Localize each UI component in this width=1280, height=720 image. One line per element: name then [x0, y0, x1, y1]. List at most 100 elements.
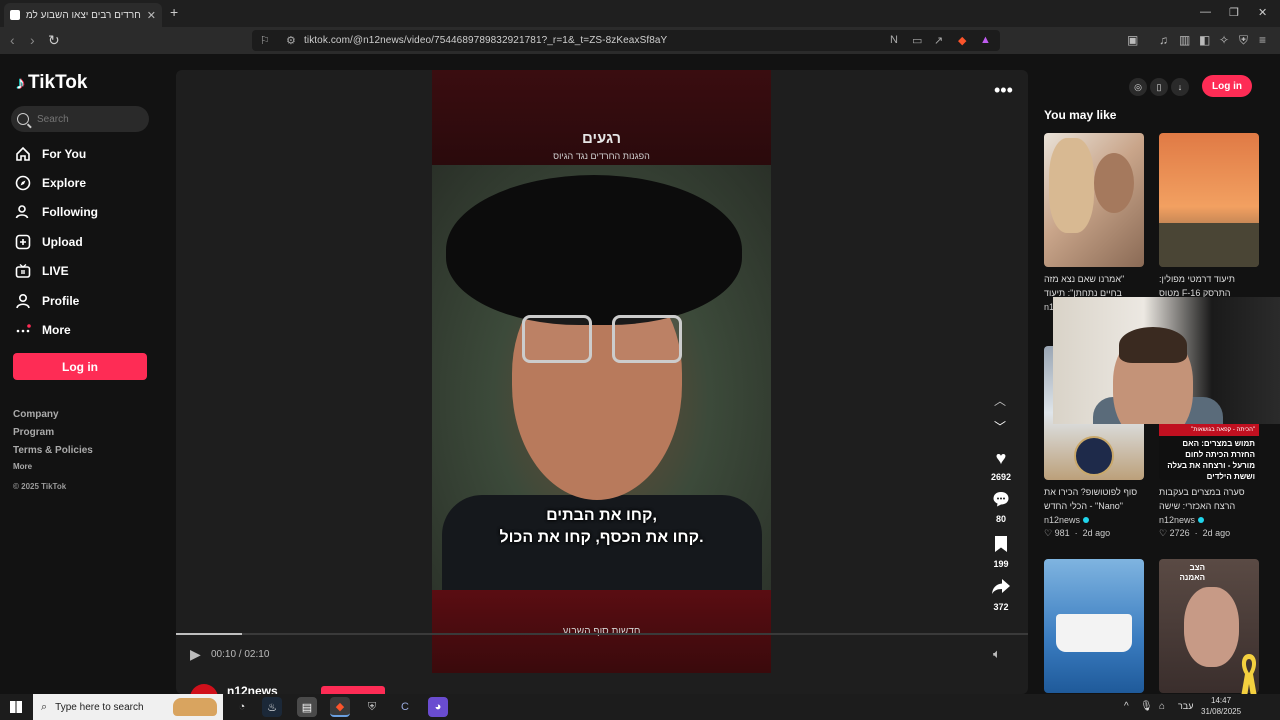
windows-start-icon[interactable]: [10, 701, 22, 713]
taskbar-clock[interactable]: 14:47 31/08/2025: [1201, 695, 1241, 717]
menu-icon[interactable]: ≡: [1259, 33, 1266, 47]
media-icon[interactable]: ♫: [1159, 33, 1168, 47]
brave-browser-icon[interactable]: ◆: [330, 697, 350, 717]
sidebar-item-more[interactable]: More: [14, 320, 71, 340]
share-arrow-icon[interactable]: [986, 578, 1016, 600]
discover-icon[interactable]: ◎: [1129, 78, 1147, 96]
video-timecode: 00:10 / 02:10: [211, 649, 270, 660]
maximize-button[interactable]: ❐: [1229, 6, 1239, 19]
sidebar-item-label: For You: [42, 147, 87, 161]
save-action[interactable]: 199: [986, 535, 1016, 569]
tray-chevron-icon[interactable]: ^: [1124, 701, 1129, 712]
search-box[interactable]: [11, 106, 149, 132]
new-tab-button[interactable]: +: [170, 4, 178, 20]
footer-company-link[interactable]: Company: [13, 409, 59, 420]
like-count: 2692: [990, 472, 1012, 482]
sidebar-item-following[interactable]: Following: [14, 202, 98, 222]
vpn-icon[interactable]: ⛨: [1239, 33, 1248, 48]
recommended-video-card[interactable]: תיעוד דרמטי מפולין: התרסק F-16 מטוס: [1159, 133, 1259, 300]
browser-tab[interactable]: חרדים רבים יצאו השבוע למחות : ✕: [4, 3, 162, 27]
video-thumbnail[interactable]: [1044, 133, 1144, 267]
minimize-button[interactable]: —: [1200, 6, 1211, 18]
close-window-button[interactable]: ✕: [1258, 6, 1267, 19]
forward-arrow-icon[interactable]: ›: [30, 32, 35, 48]
sidebar-toggle-icon[interactable]: ▥: [1179, 33, 1190, 47]
sidebar-item-label: Explore: [42, 176, 87, 190]
live-icon: [14, 262, 32, 280]
glasses-right-lens: [612, 315, 682, 363]
ccleaner-icon[interactable]: C: [395, 697, 415, 717]
brave-shield-icon[interactable]: ◆: [958, 34, 966, 47]
recommended-video-card[interactable]: [1044, 559, 1144, 693]
sidebar-item-upload[interactable]: Upload: [14, 232, 83, 252]
sidebar-item-live[interactable]: LIVE: [14, 261, 69, 281]
video-tagline: הפגנות החרדים נגד הגיוס: [553, 151, 650, 161]
card-caption: תיעוד דרמטי מפולין: התרסק F-16 מטוס: [1159, 274, 1235, 298]
tiktok-logo[interactable]: ♪ TikTok: [16, 72, 87, 94]
share-action[interactable]: 372: [986, 578, 1016, 612]
video-progress-bar[interactable]: [176, 633, 1028, 635]
card-caption: "אמרנו שאם נצא מזה בחיים נתחתן": תיעוד: [1044, 274, 1125, 298]
more-options-icon[interactable]: •••: [994, 80, 1013, 101]
bookmark-icon[interactable]: ⚐: [260, 34, 270, 47]
header-login-button[interactable]: Log in: [1202, 75, 1252, 97]
url-text[interactable]: tiktok.com/@n12news/video/75446897898329…: [304, 35, 667, 46]
like-action[interactable]: ♥ 2692: [986, 448, 1016, 482]
sidebar-panel-icon[interactable]: ▣: [1127, 33, 1138, 47]
tiktok-sidebar: ♪ TikTok For You Explore Following Uploa…: [0, 54, 176, 694]
comment-action[interactable]: 80: [986, 490, 1016, 524]
network-icon[interactable]: ⌂: [1159, 701, 1165, 712]
back-arrow-icon[interactable]: ‹: [10, 32, 15, 48]
footer-more-link[interactable]: More: [13, 462, 32, 471]
heart-icon[interactable]: ♥: [986, 448, 1016, 470]
wallet-icon[interactable]: ◧: [1199, 33, 1210, 47]
microphone-icon[interactable]: 🎙︎: [1140, 701, 1153, 712]
brave-rewards-icon[interactable]: ▲: [980, 34, 991, 46]
steam-icon[interactable]: ♨: [262, 697, 282, 717]
play-icon[interactable]: ▶: [190, 646, 201, 663]
recommended-video-card[interactable]: "אמרנו שאם נצא מזה בחיים נתחתן": תיעוד n…: [1044, 133, 1144, 312]
task-view-icon[interactable]: ◔: [232, 697, 252, 717]
profile-icon: [14, 292, 32, 310]
card-author[interactable]: n12news: [1159, 515, 1259, 525]
footer-program-link[interactable]: Program: [13, 427, 54, 438]
leo-ai-icon[interactable]: ✧: [1219, 33, 1229, 47]
card-author[interactable]: n12news: [1044, 515, 1144, 525]
reload-icon[interactable]: ↻: [48, 32, 60, 49]
clock-date: 31/08/2025: [1201, 707, 1242, 716]
share-count: 372: [993, 602, 1009, 612]
translate-icon[interactable]: N: [890, 34, 898, 46]
comment-icon[interactable]: [986, 490, 1016, 512]
close-tab-icon[interactable]: ✕: [147, 9, 156, 22]
discord-icon[interactable]: ◕: [428, 697, 448, 717]
sidebar-item-for-you[interactable]: For You: [14, 144, 86, 164]
files-icon[interactable]: ▤: [297, 697, 317, 717]
next-video-chevron-icon[interactable]: ﹀: [994, 418, 1006, 435]
previous-video-chevron-icon[interactable]: ︿: [994, 392, 1006, 409]
site-info-icon[interactable]: ⚙: [286, 34, 296, 47]
input-language[interactable]: עבר: [1178, 701, 1193, 711]
footer-terms-link[interactable]: Terms & Policies: [13, 445, 93, 456]
following-icon: [14, 203, 32, 221]
share-icon[interactable]: ↗: [934, 34, 943, 47]
taskbar-search-box[interactable]: ⌕ Type here to search: [33, 694, 223, 720]
cast-icon[interactable]: ▭: [912, 34, 922, 47]
login-button[interactable]: Log in: [13, 353, 147, 380]
address-bar[interactable]: ⚐ ⚙ tiktok.com/@n12news/video/7544689789…: [252, 30, 1000, 51]
sidebar-item-profile[interactable]: Profile: [14, 291, 79, 311]
video-thumbnail[interactable]: [1044, 559, 1144, 693]
copyright-text: © 2025 TikTok: [13, 482, 67, 491]
video-player[interactable]: רגעים הפגנות החרדים נגד הגיוס קחו את הבת…: [432, 70, 771, 673]
download-icon[interactable]: ↓: [1171, 78, 1189, 96]
taskbar-search-placeholder: Type here to search: [55, 701, 144, 713]
search-input[interactable]: [37, 113, 137, 125]
glasses-left-lens: [522, 315, 592, 363]
video-thumbnail[interactable]: [1159, 133, 1259, 267]
sidebar-item-explore[interactable]: Explore: [14, 173, 86, 193]
compass-icon: [14, 174, 32, 192]
bookmark-icon[interactable]: [986, 535, 1016, 557]
shield-app-icon[interactable]: ⛨: [362, 697, 382, 717]
volume-icon[interactable]: 🔈︎: [993, 646, 1001, 662]
mobile-app-icon[interactable]: ▯: [1150, 78, 1168, 96]
sidebar-item-label: More: [42, 323, 71, 337]
